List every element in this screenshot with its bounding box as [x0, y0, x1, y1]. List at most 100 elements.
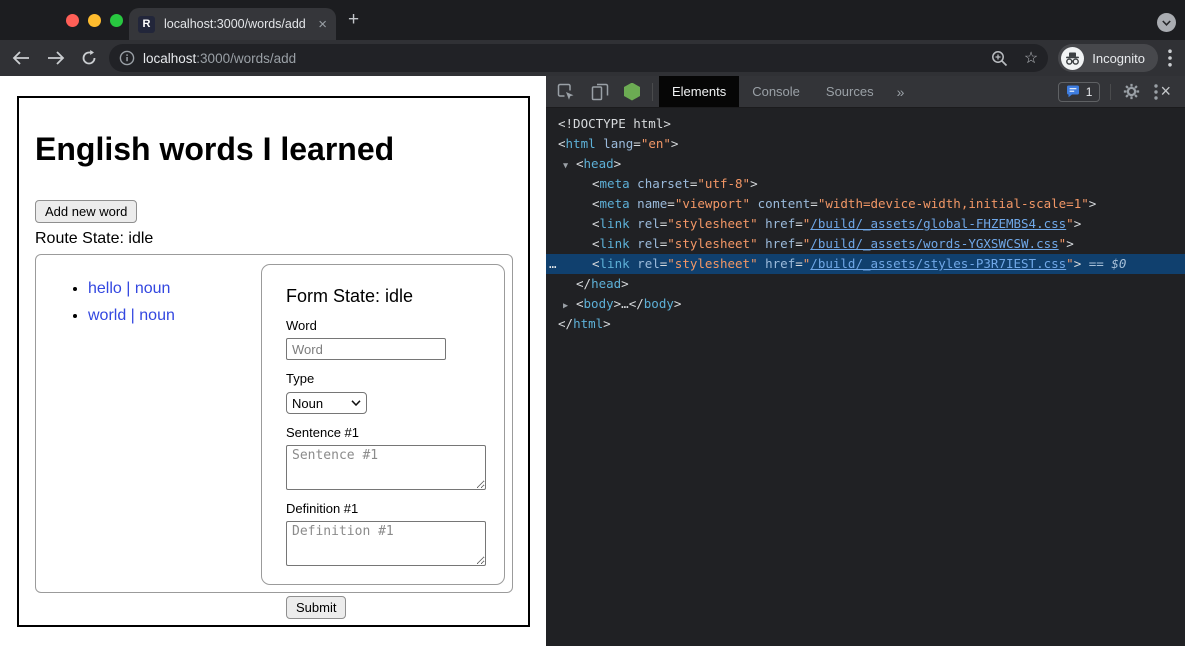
definition-textarea[interactable] [286, 521, 486, 566]
address-bar[interactable]: localhost:3000/words/add ☆ [109, 44, 1048, 72]
code-token: head [584, 156, 614, 171]
expand-arrow-icon[interactable]: ▶ [563, 296, 576, 316]
dom-tree-line[interactable]: <!DOCTYPE html> [546, 114, 1185, 134]
inspect-cursor-icon [557, 83, 575, 101]
code-token: > [1074, 216, 1082, 231]
code-token: > [674, 296, 682, 311]
code-token: "stylesheet" [667, 256, 757, 271]
code-token: rel [637, 216, 660, 231]
more-tabs-button[interactable]: » [887, 84, 915, 100]
tab-sources[interactable]: Sources [813, 76, 887, 107]
add-word-form: Form State: idle Word Type Noun Sentence… [261, 264, 505, 585]
chevron-down-icon [1162, 20, 1171, 26]
more-actions-icon[interactable]: … [549, 254, 558, 274]
tab-elements[interactable]: Elements [659, 76, 739, 107]
code-token: = [795, 236, 803, 251]
tab-search-button[interactable] [1157, 13, 1176, 32]
form-state-text: Form State: idle [286, 286, 480, 307]
remix-favicon-icon: R [138, 16, 155, 33]
code-token: content [758, 196, 811, 211]
code-token: <!DOCTYPE html> [558, 116, 671, 131]
tab-console[interactable]: Console [739, 76, 813, 107]
back-button[interactable] [12, 51, 30, 65]
code-token: "stylesheet" [667, 236, 757, 251]
word-field-label: Word [286, 318, 480, 333]
toolbar-divider [652, 83, 653, 101]
definition-field-label: Definition #1 [286, 501, 480, 516]
new-tab-button[interactable]: + [348, 9, 359, 31]
refresh-icon [81, 50, 97, 66]
code-token: > [603, 316, 611, 331]
tab-close-icon[interactable]: × [318, 17, 327, 32]
word-input[interactable] [286, 338, 446, 360]
code-token [758, 256, 766, 271]
dom-tree-line[interactable]: …<link rel="stylesheet" href="/build/_as… [546, 254, 1185, 274]
dom-tree-line[interactable]: ▶<body>…</body> [546, 294, 1185, 314]
device-toolbar-button[interactable] [591, 83, 609, 101]
issues-count: 1 [1086, 85, 1093, 99]
code-token: charset [637, 176, 690, 191]
word-link[interactable]: hello | noun [88, 280, 170, 297]
submit-button[interactable]: Submit [286, 596, 346, 619]
refresh-button[interactable] [81, 50, 97, 66]
dom-tree-line[interactable]: <meta name="viewport" content="width=dev… [546, 194, 1185, 214]
page-container: English words I learned Add new word Rou… [17, 96, 530, 627]
code-token: < [592, 236, 600, 251]
dom-tree-line[interactable]: ▼<head> [546, 154, 1185, 174]
code-token: < [592, 216, 600, 231]
maximize-window-button[interactable] [110, 14, 123, 27]
zoom-icon[interactable] [991, 50, 1008, 67]
collapse-arrow-icon[interactable]: ▼ [563, 156, 576, 176]
code-token: > [671, 136, 679, 151]
dom-tree-line[interactable]: <link rel="stylesheet" href="/build/_ass… [546, 214, 1185, 234]
code-token: > [614, 156, 622, 171]
code-token: link [600, 256, 630, 271]
code-token: < [576, 156, 584, 171]
word-link[interactable]: world | noun [88, 307, 175, 324]
code-token: == $0 [1081, 256, 1126, 271]
dom-tree-line[interactable]: </head> [546, 274, 1185, 294]
page-info-icon[interactable] [119, 50, 135, 66]
vertical-dots-icon [1168, 49, 1172, 67]
dom-tree-line[interactable]: <link rel="stylesheet" href="/build/_ass… [546, 234, 1185, 254]
code-token: "stylesheet" [667, 216, 757, 231]
code-token: < [592, 256, 600, 271]
devtools-menu-button[interactable] [1154, 84, 1158, 100]
code-token: link [600, 236, 630, 251]
code-token: href [765, 256, 795, 271]
code-token: </ [576, 276, 591, 291]
code-token: meta [600, 176, 630, 191]
issues-badge[interactable]: 1 [1058, 82, 1101, 102]
code-token: > [750, 176, 758, 191]
code-token: lang [603, 136, 633, 151]
sentence-field-label: Sentence #1 [286, 425, 480, 440]
browser-tab[interactable]: R localhost:3000/words/add × [129, 8, 336, 40]
bookmark-star-icon[interactable]: ☆ [1024, 48, 1038, 68]
devtools-close-button[interactable]: × [1160, 81, 1171, 102]
dom-tree-line[interactable]: </html> [546, 314, 1185, 334]
back-arrow-icon [12, 51, 30, 65]
code-token: "viewport" [675, 196, 750, 211]
code-token: name [637, 196, 667, 211]
dom-tree-line[interactable]: <html lang="en"> [546, 134, 1185, 154]
minimize-window-button[interactable] [88, 14, 101, 27]
add-new-word-button[interactable]: Add new word [35, 200, 137, 223]
inspect-element-button[interactable] [557, 83, 575, 101]
code-token: meta [600, 196, 630, 211]
sentence-textarea[interactable] [286, 445, 486, 490]
code-token: "en" [641, 136, 671, 151]
close-window-button[interactable] [66, 14, 79, 27]
browser-menu-button[interactable] [1168, 49, 1172, 67]
devtools-settings-button[interactable] [1123, 83, 1140, 100]
incognito-badge: Incognito [1058, 44, 1158, 72]
code-token: link [600, 216, 630, 231]
code-token [758, 236, 766, 251]
code-token: </ [558, 316, 573, 331]
forward-button[interactable] [47, 51, 65, 65]
code-token [750, 196, 758, 211]
dom-tree-line[interactable]: <meta charset="utf-8"> [546, 174, 1185, 194]
tab-strip: R localhost:3000/words/add × + [0, 0, 1185, 40]
code-token: body [584, 296, 614, 311]
type-select[interactable]: Noun [286, 392, 367, 414]
node-extension-icon[interactable] [624, 83, 640, 101]
